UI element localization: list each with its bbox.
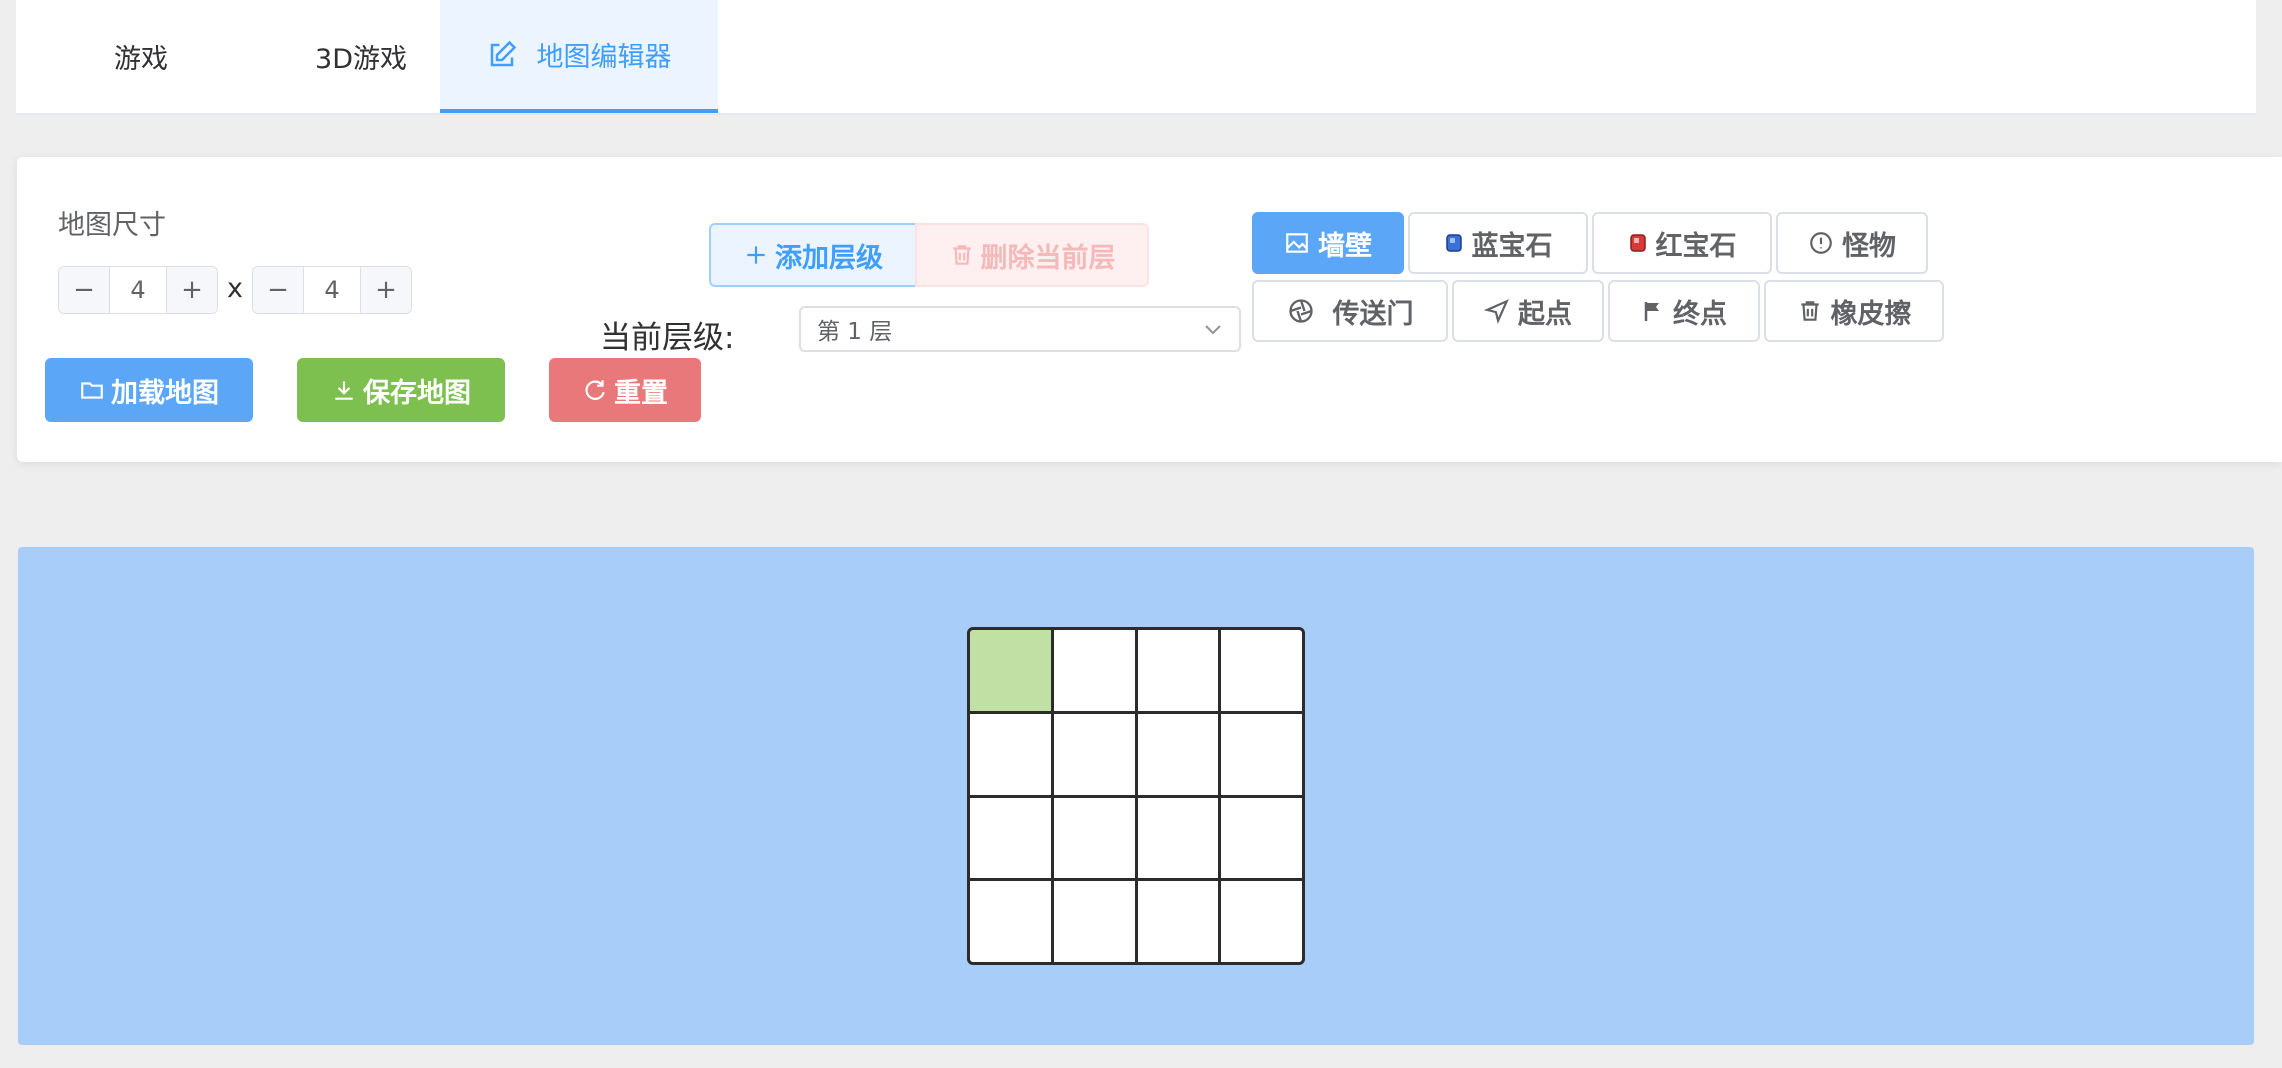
aperture-icon bbox=[1288, 299, 1313, 323]
map-cell[interactable] bbox=[970, 881, 1051, 962]
height-decrease-button[interactable]: − bbox=[253, 267, 304, 313]
map-cell[interactable] bbox=[1137, 881, 1219, 962]
trash-icon bbox=[952, 245, 971, 265]
refresh-icon bbox=[585, 380, 605, 400]
map-cell[interactable] bbox=[1221, 797, 1302, 879]
folder-icon bbox=[81, 382, 103, 399]
map-cell[interactable] bbox=[1221, 630, 1302, 711]
image-icon bbox=[1286, 233, 1308, 253]
width-value[interactable]: 4 bbox=[110, 267, 166, 313]
map-cell[interactable] bbox=[1053, 630, 1135, 711]
map-cell[interactable] bbox=[1221, 881, 1302, 962]
trash-icon bbox=[1800, 301, 1819, 321]
width-decrease-button[interactable]: − bbox=[59, 267, 110, 313]
tool-monster-button[interactable]: 怪物 bbox=[1776, 212, 1928, 274]
map-width-stepper: − 4 + bbox=[58, 266, 218, 314]
location-arrow-icon bbox=[1484, 299, 1509, 324]
current-layer-select[interactable]: 第 1 层 bbox=[799, 306, 1241, 352]
tool-eraser-button[interactable]: 橡皮擦 bbox=[1764, 280, 1944, 342]
current-layer-label: 当前层级: bbox=[600, 320, 735, 356]
height-value[interactable]: 4 bbox=[304, 267, 360, 313]
blue-gem-icon bbox=[1445, 234, 1462, 252]
tool-end-button[interactable]: 终点 bbox=[1608, 280, 1760, 342]
map-cell[interactable] bbox=[1053, 713, 1135, 795]
tool-red-gem-label: 红宝石 bbox=[1655, 230, 1737, 262]
map-size-label: 地图尺寸 bbox=[58, 210, 166, 241]
tab-label: 游戏 bbox=[114, 44, 168, 75]
tab-3d-game[interactable]: 3D游戏 bbox=[266, 0, 456, 113]
tool-start-button[interactable]: 起点 bbox=[1452, 280, 1604, 342]
map-height-stepper: − 4 + bbox=[252, 266, 412, 314]
height-increase-button[interactable]: + bbox=[360, 267, 411, 313]
map-cell[interactable] bbox=[970, 713, 1051, 795]
reset-button[interactable]: 重置 bbox=[549, 358, 701, 422]
save-map-button[interactable]: 保存地图 bbox=[297, 358, 505, 422]
delete-layer-label: 删除当前层 bbox=[980, 242, 1116, 274]
load-map-label: 加载地图 bbox=[111, 377, 219, 409]
map-cell[interactable] bbox=[1053, 881, 1135, 962]
tool-red-gem-button[interactable]: 红宝石 bbox=[1592, 212, 1772, 274]
map-cell[interactable] bbox=[970, 797, 1051, 879]
map-cell[interactable] bbox=[970, 630, 1051, 711]
tab-label: 3D游戏 bbox=[315, 44, 407, 75]
tool-wall-label: 墙壁 bbox=[1318, 230, 1372, 262]
save-map-label: 保存地图 bbox=[363, 377, 471, 409]
map-cell[interactable] bbox=[1137, 713, 1219, 795]
flag-icon bbox=[1644, 302, 1659, 321]
map-cell[interactable] bbox=[1221, 713, 1302, 795]
red-gem-icon bbox=[1629, 234, 1646, 252]
add-layer-button[interactable]: 添加层级 bbox=[709, 223, 917, 287]
tool-portal-button[interactable]: 传送门 bbox=[1252, 280, 1448, 342]
tool-start-label: 起点 bbox=[1518, 298, 1572, 330]
size-separator: x bbox=[227, 273, 243, 304]
tool-portal-label: 传送门 bbox=[1332, 298, 1414, 330]
tab-label: 地图编辑器 bbox=[536, 42, 672, 73]
map-cell[interactable] bbox=[1137, 630, 1219, 711]
tool-monster-label: 怪物 bbox=[1842, 230, 1896, 262]
current-layer-value: 第 1 层 bbox=[817, 319, 893, 345]
tool-wall-button[interactable]: 墙壁 bbox=[1252, 212, 1404, 274]
download-icon bbox=[335, 381, 353, 400]
top-tab-bar: 游戏 3D游戏 地图编辑器 bbox=[16, 0, 2256, 115]
map-cell[interactable] bbox=[1137, 797, 1219, 879]
load-map-button[interactable]: 加载地图 bbox=[45, 358, 253, 422]
tool-blue-gem-button[interactable]: 蓝宝石 bbox=[1408, 212, 1588, 274]
edit-icon bbox=[490, 40, 516, 66]
tool-blue-gem-label: 蓝宝石 bbox=[1471, 230, 1553, 262]
chevron-down-icon bbox=[1205, 325, 1221, 335]
width-increase-button[interactable]: + bbox=[166, 267, 217, 313]
reset-label: 重置 bbox=[614, 377, 668, 409]
plus-icon bbox=[747, 246, 765, 264]
tab-game[interactable]: 游戏 bbox=[16, 0, 266, 113]
map-grid bbox=[967, 627, 1305, 965]
tool-eraser-label: 橡皮擦 bbox=[1830, 298, 1912, 330]
tab-map-editor[interactable]: 地图编辑器 bbox=[440, 0, 718, 113]
tool-end-label: 终点 bbox=[1673, 298, 1727, 330]
warning-circle-icon bbox=[1810, 232, 1832, 254]
add-layer-label: 添加层级 bbox=[775, 242, 883, 274]
map-cell[interactable] bbox=[1053, 797, 1135, 879]
delete-layer-button[interactable]: 删除当前层 bbox=[915, 223, 1149, 287]
